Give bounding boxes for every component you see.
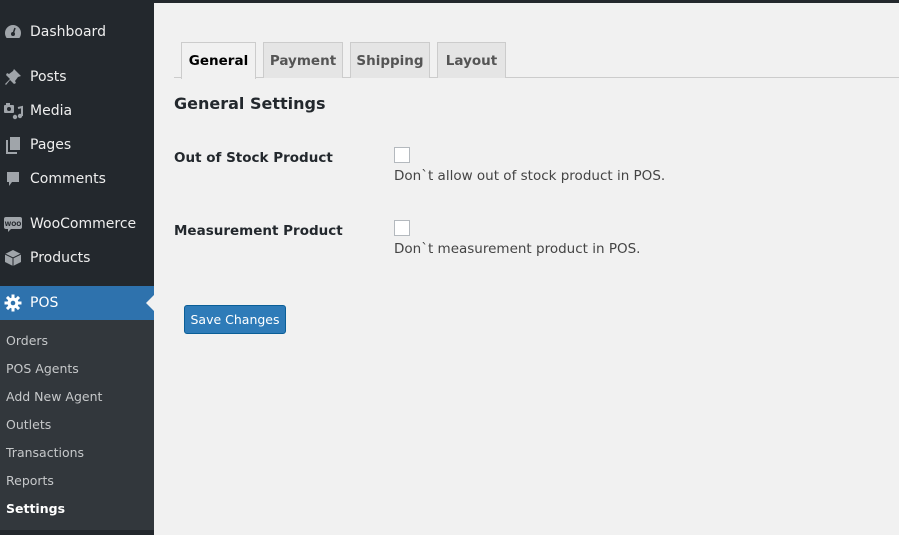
save-changes-button[interactable]: Save Changes [184, 305, 286, 334]
measurement-product-checkbox[interactable] [394, 220, 410, 236]
tab-layout[interactable]: Layout [437, 42, 506, 78]
sidebar-item-posts[interactable]: Posts [0, 60, 154, 94]
tab-general[interactable]: General [181, 42, 256, 79]
tab-payment[interactable]: Payment [263, 42, 343, 78]
svg-text:WOO: WOO [5, 221, 22, 228]
section-title: General Settings [174, 94, 326, 113]
out-of-stock-description: Don`t allow out of stock product in POS. [394, 168, 666, 184]
out-of-stock-label: Out of Stock Product [174, 150, 333, 166]
measurement-product-description: Don`t measurement product in POS. [394, 241, 641, 257]
sidebar-item-products[interactable]: Products [0, 241, 154, 275]
sidebar-item-label: Media [30, 103, 73, 119]
submenu-item-transactions[interactable]: Transactions [6, 445, 84, 460]
sidebar-item-media[interactable]: Media [0, 94, 154, 128]
sidebar-item-label: Dashboard [30, 24, 106, 40]
out-of-stock-checkbox[interactable] [394, 147, 410, 163]
sidebar-item-label: Pages [30, 137, 72, 153]
sidebar-item-label: Comments [30, 171, 106, 187]
pushpin-icon [2, 67, 24, 87]
sidebar-item-comments[interactable]: Comments [0, 162, 154, 196]
sidebar-item-dashboard[interactable]: Dashboard [0, 15, 154, 49]
submenu-item-orders[interactable]: Orders [6, 333, 48, 348]
submenu-item-outlets[interactable]: Outlets [6, 417, 51, 432]
submenu-item-settings[interactable]: Settings [6, 501, 65, 516]
measurement-product-label: Measurement Product [174, 223, 343, 239]
sidebar-item-label: WooCommerce [30, 216, 137, 232]
sidebar-item-woocommerce[interactable]: WOO WooCommerce [0, 207, 154, 241]
woocommerce-icon: WOO [2, 214, 24, 234]
submenu-item-pos-agents[interactable]: POS Agents [6, 361, 79, 376]
pos-submenu: Orders POS Agents Add New Agent Outlets … [0, 320, 154, 530]
media-icon [2, 101, 24, 121]
pages-icon [2, 135, 24, 155]
comment-icon [2, 169, 24, 189]
tab-shipping[interactable]: Shipping [350, 42, 430, 78]
gear-icon [2, 293, 24, 313]
sidebar-item-label: Products [30, 250, 91, 266]
admin-sidebar: Dashboard Posts Media Pages Comments WOO… [0, 0, 154, 535]
main-content: General Payment Shipping Layout General … [154, 3, 899, 535]
sidebar-item-label: POS [30, 295, 59, 311]
box-icon [2, 248, 24, 268]
submenu-item-reports[interactable]: Reports [6, 473, 54, 488]
sidebar-item-pos[interactable]: POS [0, 286, 154, 320]
sidebar-item-pages[interactable]: Pages [0, 128, 154, 162]
dashboard-icon [2, 22, 24, 42]
sidebar-item-label: Posts [30, 69, 67, 85]
submenu-item-add-new-agent[interactable]: Add New Agent [6, 389, 102, 404]
